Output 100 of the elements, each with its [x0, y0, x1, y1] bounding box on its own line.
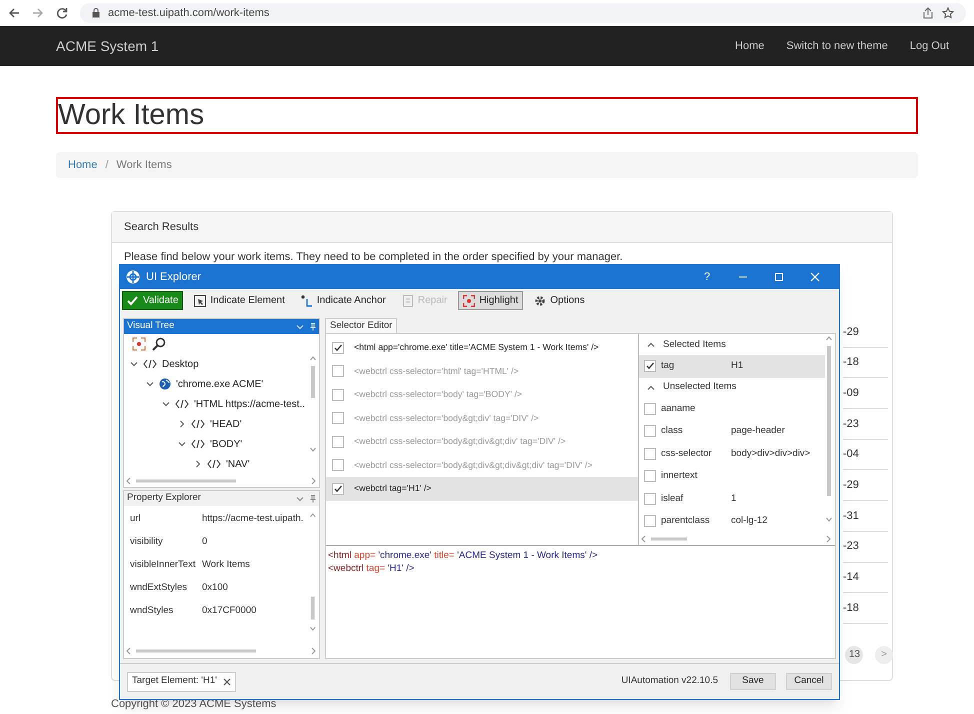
table-cell: -31	[843, 501, 888, 532]
chevron-down-icon[interactable]	[162, 400, 170, 408]
tree-item[interactable]: 'BODY'	[124, 434, 309, 454]
tree-item[interactable]: 'NAV'	[124, 454, 309, 474]
scrollbar[interactable]	[825, 334, 833, 524]
table-cell: -23	[843, 409, 888, 440]
scrollbar[interactable]	[126, 476, 316, 486]
dialog-button[interactable]: Cancel	[786, 673, 832, 690]
page-button[interactable]: 13	[845, 646, 863, 664]
checkbox[interactable]	[332, 365, 344, 378]
tree-item[interactable]: 'HTML https://acme-test..	[124, 394, 309, 414]
selector-row[interactable]: <html app='chrome.exe' title='ACME System 1 - Work Items' />	[326, 336, 638, 360]
chevron-right-icon[interactable]	[178, 420, 186, 428]
document-icon	[402, 294, 414, 306]
breadcrumb-link[interactable]: Home	[68, 156, 98, 174]
table-cell: -04	[843, 440, 888, 470]
checkbox[interactable]	[644, 402, 656, 415]
code-icon	[191, 439, 205, 449]
chevron-down-icon[interactable]	[130, 360, 138, 368]
attribute-name: css-selector	[661, 446, 713, 461]
checkbox[interactable]	[332, 436, 344, 448]
toolbar-button[interactable]: Indicate Anchor	[296, 291, 391, 310]
tree-item[interactable]: 'HEAD'	[124, 414, 309, 434]
scrollbar[interactable]	[309, 354, 317, 454]
selector-code-editor[interactable]: <html app= 'chrome.exe' title= 'ACME System 1 - Work Items' /> <webctrl tag= 'H1' />	[326, 546, 835, 658]
checkbox[interactable]	[644, 360, 656, 372]
group-header[interactable]: Unselected Items	[639, 378, 825, 398]
chevron-down-icon[interactable]	[178, 440, 186, 448]
chevron-down-icon[interactable]	[296, 494, 304, 502]
attribute-row[interactable]: isleaf 1	[639, 488, 825, 510]
code-icon	[191, 419, 205, 429]
nav-link[interactable]: Home	[735, 38, 764, 54]
share-icon[interactable]	[922, 7, 934, 19]
attribute-row[interactable]: class page-header	[639, 420, 825, 442]
dialog-button[interactable]: Save	[730, 673, 776, 690]
checkbox[interactable]	[644, 492, 656, 505]
chevron-down-icon[interactable]	[296, 322, 304, 330]
checkbox[interactable]	[332, 482, 344, 495]
selector-text: <webctrl css-selector='body&gt;div&gt;div&gt;div' tag='DIV' />	[354, 458, 592, 472]
chevron-down-icon[interactable]	[146, 380, 154, 388]
code-line: <webctrl tag= 'H1' />	[328, 562, 416, 575]
checkbox[interactable]	[332, 388, 344, 401]
property-name: visibility	[130, 535, 164, 550]
help-button[interactable]: ?	[689, 268, 725, 286]
toolbar-button[interactable]: Validate	[122, 291, 184, 310]
property-name: wndStyles	[130, 604, 174, 618]
selector-row[interactable]: <webctrl tag='H1' />	[326, 477, 638, 500]
toolbar-button[interactable]: Options	[529, 291, 590, 310]
code-icon	[143, 359, 157, 369]
nav-link[interactable]: Switch to new theme	[786, 38, 888, 54]
checkbox[interactable]	[644, 448, 656, 460]
target-element-chip[interactable]: Target Element: 'H1'	[127, 672, 236, 692]
scrollbar[interactable]	[641, 534, 831, 544]
table-cell: -29	[843, 317, 888, 348]
scrollbar[interactable]	[126, 646, 316, 656]
cursor-box-icon	[194, 294, 206, 306]
attribute-value: col-lg-12	[731, 514, 768, 528]
attribute-value: H1	[731, 359, 744, 374]
page-heading: Work Items	[56, 97, 918, 134]
toolbar-button[interactable]: Highlight	[458, 291, 524, 310]
checkbox[interactable]	[644, 515, 656, 528]
address-bar[interactable]: acme-test.uipath.com/work-items	[80, 3, 966, 23]
attribute-row[interactable]: tag H1	[639, 355, 825, 378]
back-icon[interactable]	[8, 7, 20, 19]
attribute-row[interactable]: innertext	[639, 465, 825, 488]
checkbox[interactable]	[332, 459, 344, 472]
attribute-row[interactable]: aaname	[639, 398, 825, 420]
intro-text: Please find below your work items. They need to be completed in the order specified by your manager.	[123, 250, 624, 264]
brand-title[interactable]: ACME System 1	[56, 36, 159, 56]
table-cell: -09	[843, 378, 888, 410]
attribute-row[interactable]: parentclass col-lg-12	[639, 510, 825, 532]
search-icon[interactable]	[152, 337, 166, 351]
attribute-row[interactable]: css-selector body>div>div>div>	[639, 442, 825, 465]
checkbox[interactable]	[644, 470, 656, 482]
target-icon[interactable]	[132, 337, 146, 351]
selector-text: <webctrl tag='H1' />	[354, 482, 432, 496]
pane-title: Property Explorer	[127, 491, 201, 506]
checkbox[interactable]	[332, 412, 344, 424]
target-icon	[463, 294, 476, 306]
toolbar-button[interactable]: Indicate Element	[189, 291, 290, 310]
attribute-name: isleaf	[661, 492, 684, 506]
checkbox[interactable]	[332, 342, 344, 354]
group-header[interactable]: Selected Items	[639, 335, 825, 355]
table-cell: -14	[843, 562, 888, 594]
table-cell: -29	[843, 470, 888, 502]
property-name: url	[130, 512, 142, 526]
reload-icon[interactable]	[56, 7, 68, 19]
nav-link[interactable]: Log Out	[910, 38, 949, 54]
editor-tab[interactable]: Selector Editor	[325, 318, 398, 333]
tree-item[interactable]: Desktop	[124, 354, 309, 374]
star-icon[interactable]	[942, 7, 954, 19]
tree-item[interactable]: 'chrome.exe ACME'	[124, 374, 309, 394]
close-icon[interactable]	[222, 678, 231, 686]
chevron-up-icon[interactable]	[647, 341, 655, 349]
checkbox[interactable]	[644, 425, 656, 438]
chevron-right-icon[interactable]	[194, 460, 202, 468]
anchor-dot-icon	[300, 294, 313, 306]
pin-icon[interactable]	[310, 494, 316, 502]
chevron-up-icon[interactable]	[647, 384, 655, 392]
forward-icon[interactable]	[32, 7, 44, 19]
